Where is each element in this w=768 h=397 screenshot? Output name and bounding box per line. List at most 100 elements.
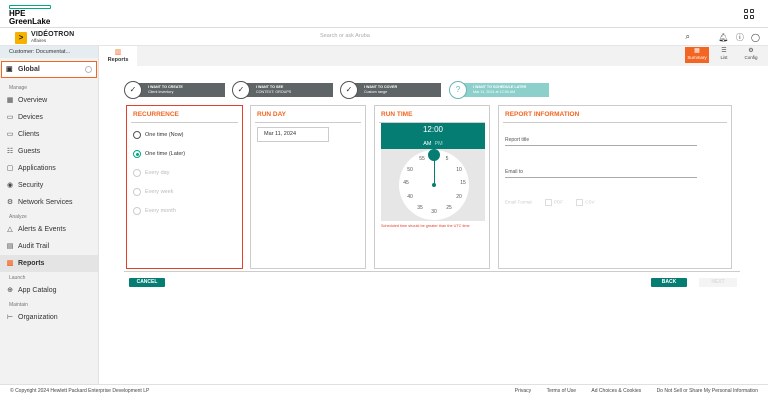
apps-grid-icon[interactable] [744, 9, 754, 19]
clock-number[interactable]: 50 [405, 167, 415, 173]
user-icon[interactable]: ◯ [751, 33, 760, 42]
search-placeholder[interactable]: Search or ask Aruba [320, 33, 370, 39]
pdf-label: PDF [554, 199, 564, 205]
check-icon: ✓ [232, 81, 250, 99]
globe-icon: ▣ [6, 66, 13, 73]
email-to-label: Email to [505, 169, 524, 175]
tab-list[interactable]: ☰ List [712, 47, 736, 63]
alerts-icon: △ [7, 226, 13, 233]
scope-toggle-icon[interactable] [85, 66, 92, 73]
radio-icon [133, 169, 141, 177]
sidebar-item-label: Devices [18, 114, 43, 121]
email-to-field[interactable]: Email to [505, 169, 697, 178]
run-day-title: RUN DAY [255, 106, 361, 123]
sidebar-item-label: Clients [18, 131, 40, 138]
step-title: I WANT TO SCHEDULE LATER [473, 85, 527, 89]
footer-link-terms[interactable]: Terms of Use [547, 388, 576, 394]
sidebar-item-label: Security [18, 182, 44, 189]
tab-config[interactable]: ⚙ Config [739, 47, 763, 63]
footer-link-ad-choices[interactable]: Ad Choices & Cookies [591, 388, 641, 394]
radio-icon [133, 131, 141, 139]
clock-number[interactable]: 15 [458, 180, 468, 186]
search-bar[interactable]: Search or ask Aruba ⌕ [310, 31, 692, 43]
sidebar-item-audit-trail[interactable]: ▤ Audit Trail [0, 238, 98, 255]
clock-number[interactable]: 35 [415, 205, 425, 211]
cancel-button[interactable]: CANCEL [129, 278, 165, 287]
clock-number[interactable]: 45 [401, 180, 411, 186]
customer-selector[interactable]: Customer: Documentat... [0, 46, 98, 58]
tab-reports-label: Reports [107, 57, 129, 63]
sidebar-item-clients[interactable]: ▭ Clients [0, 126, 98, 143]
footer-link-privacy[interactable]: Privacy [515, 388, 531, 394]
sidebar-item-organization[interactable]: ⊢ Organization [0, 309, 98, 326]
list-icon: ☰ [721, 48, 727, 54]
clock-hand-knob[interactable] [428, 149, 440, 161]
hour-value[interactable]: 12 [423, 125, 432, 134]
clock-number[interactable]: 40 [405, 194, 415, 200]
csv-checkbox[interactable] [576, 199, 584, 206]
step-sub: Client inventory [148, 90, 174, 94]
clock-number[interactable]: 25 [444, 205, 454, 211]
radio-one-time-later[interactable]: One time (Later) [127, 145, 242, 164]
hpe-greenlake-logo[interactable]: HPE GreenLake [9, 5, 53, 26]
report-info-panel: REPORT INFORMATION Report title Email to… [498, 105, 732, 269]
pdf-checkbox[interactable] [545, 199, 553, 206]
recurrence-panel: RECURRENCE One time (Now) One time (Late… [126, 105, 243, 269]
clock-number[interactable]: 30 [429, 209, 439, 215]
sidebar: Customer: Documentat... ▣ Global Manage … [0, 46, 99, 384]
sidebar-item-security[interactable]: ◉ Security [0, 177, 98, 194]
sidebar-item-app-catalog[interactable]: ⊕ App Catalog [0, 282, 98, 299]
report-title-label: Report title [505, 137, 530, 143]
sidebar-item-devices[interactable]: ▭ Devices [0, 109, 98, 126]
radio-every-month[interactable]: Every month [127, 202, 242, 221]
run-day-input[interactable]: Mar 11, 2024 [257, 127, 329, 142]
brand-chevron-icon[interactable]: > [15, 32, 27, 44]
run-day-panel: RUN DAY Mar 11, 2024 [250, 105, 366, 269]
sidebar-item-network-services[interactable]: ⚙ Network Services [0, 194, 98, 211]
email-format-label: Email Format [505, 199, 532, 205]
clock-number[interactable]: 20 [454, 194, 464, 200]
radio-one-time-now[interactable]: One time (Now) [127, 126, 242, 145]
sidebar-item-overview[interactable]: ▦ Overview [0, 92, 98, 109]
clock-face[interactable]: 55 5 50 10 45 15 40 20 35 25 30 [399, 149, 469, 220]
back-button[interactable]: BACK [651, 278, 687, 287]
check-icon: ✓ [340, 81, 358, 99]
tab-strip: ▥ Reports ▦ Summary ☰ List ⚙ Config [99, 46, 768, 66]
radio-selected-icon [133, 150, 141, 158]
wizard-steps: I WANT TO CREATE Client inventory ✓ I WAN… [124, 81, 564, 99]
radio-every-day[interactable]: Every day [127, 164, 242, 183]
brand-name: VIDÉOTRON [31, 31, 75, 38]
next-button[interactable]: NEXT [699, 278, 737, 287]
radio-every-week[interactable]: Every week [127, 183, 242, 202]
step-title: I WANT TO COVER [364, 85, 398, 89]
report-title-field[interactable]: Report title [505, 137, 697, 146]
radio-label: One time (Later) [145, 151, 186, 157]
group-analyze: Analyze [9, 214, 27, 220]
tab-summary[interactable]: ▦ Summary [685, 47, 709, 63]
global-label: Global [18, 66, 40, 73]
network-services-icon: ⚙ [6, 199, 14, 206]
header-icons: 🔔︎ ⓘ ◯ [713, 32, 760, 43]
step-title: I WANT TO CREATE [148, 85, 183, 89]
pm-option[interactable]: PM [435, 141, 443, 147]
tab-reports[interactable]: ▥ Reports [99, 46, 137, 66]
app-catalog-icon: ⊕ [7, 287, 13, 294]
overview-icon: ▦ [6, 97, 14, 104]
help-icon[interactable]: ⓘ [736, 33, 744, 42]
am-option[interactable]: AM [423, 141, 431, 147]
clock-number[interactable]: 5 [442, 156, 452, 162]
bell-icon[interactable]: 🔔︎ [718, 33, 728, 42]
minute-value[interactable]: 00 [434, 125, 443, 134]
sidebar-item-alerts-events[interactable]: △ Alerts & Events [0, 221, 98, 238]
sidebar-item-label: Overview [18, 97, 48, 104]
search-icon[interactable]: ⌕ [686, 32, 690, 42]
group-maintain: Maintain [9, 302, 28, 308]
clock-number[interactable]: 55 [417, 156, 427, 162]
global-scope-selector[interactable]: ▣ Global [1, 61, 97, 78]
sidebar-item-applications[interactable]: ▢ Applications [0, 160, 98, 177]
sidebar-item-guests[interactable]: ☷ Guests [0, 143, 98, 160]
footer-link-do-not-sell[interactable]: Do Not Sell or Share My Personal Informa… [657, 388, 758, 394]
sidebar-item-reports[interactable]: ▥ Reports [0, 255, 98, 272]
clock-number[interactable]: 10 [454, 167, 464, 173]
sidebar-item-label: Audit Trail [18, 243, 50, 250]
